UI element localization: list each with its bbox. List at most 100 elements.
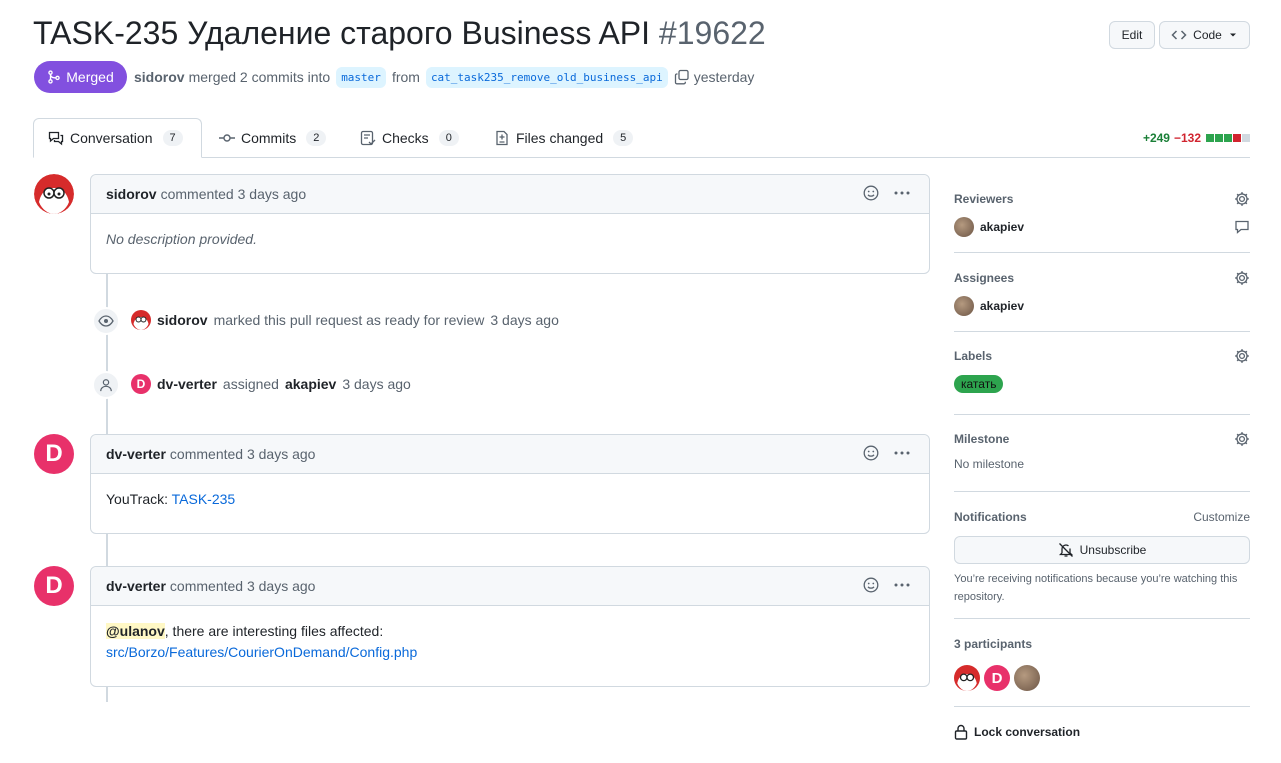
comment-header: dv-verter commented 3 days ago <box>91 435 929 474</box>
diffstat-block <box>1224 134 1232 142</box>
additions: +249 <box>1142 131 1170 145</box>
file-diff-icon <box>496 130 508 146</box>
avatar <box>954 296 974 316</box>
lock-conversation[interactable]: Lock conversation <box>954 724 1080 740</box>
comment-tools <box>863 577 911 593</box>
diffstat-blocks <box>1205 131 1250 145</box>
unsubscribe-label: Unsubscribe <box>1079 543 1147 557</box>
file-link[interactable]: src/Borzo/Features/CourierOnDemand/Confi… <box>106 644 417 660</box>
from-text: from <box>391 69 420 85</box>
comment-author[interactable]: sidorov <box>106 186 157 202</box>
event-text: marked this pull request as ready for re… <box>213 312 485 328</box>
unsubscribe-button[interactable]: Unsubscribe <box>954 536 1250 564</box>
section-header: Notifications Customize <box>954 508 1250 526</box>
event-time[interactable]: 3 days ago <box>490 312 559 328</box>
checklist-icon <box>360 130 376 146</box>
pr-meta: sidorov merged 2 commits into master fro… <box>134 64 754 90</box>
chevron-down-icon <box>1229 33 1236 37</box>
merge-text: merged 2 commits into <box>188 69 331 85</box>
event-time[interactable]: 3 days ago <box>342 376 411 392</box>
section-header: Milestone <box>954 430 1250 448</box>
avatar[interactable] <box>954 665 980 691</box>
event-target[interactable]: akapiev <box>285 376 336 392</box>
reviewers-section: Reviewers akapiev <box>954 190 1250 253</box>
timeline-event: sidorov marked this pull request as read… <box>131 310 559 330</box>
gear-icon[interactable] <box>1234 191 1250 207</box>
base-branch[interactable]: master <box>336 66 386 88</box>
comment-time[interactable]: 3 days ago <box>247 446 316 462</box>
comment-box: dv-verter commented 3 days ago @ulanov, … <box>90 566 930 687</box>
comment-header: sidorov commented 3 days ago <box>91 175 929 214</box>
tab-count: 7 <box>162 130 183 146</box>
tab-commits[interactable]: Commits 2 <box>205 118 340 158</box>
code-button[interactable]: Code <box>1159 21 1250 49</box>
head-branch[interactable]: cat_task235_remove_old_business_api <box>425 66 668 88</box>
tab-count: 2 <box>306 130 327 146</box>
comment-body: No description provided. <box>106 231 257 247</box>
tab-checks[interactable]: Checks 0 <box>346 118 473 158</box>
gear-icon[interactable] <box>1234 431 1250 447</box>
customize-link[interactable]: Customize <box>1193 510 1250 524</box>
assignee[interactable]: akapiev <box>954 296 1250 316</box>
avatar[interactable]: D <box>34 566 74 606</box>
gear-icon[interactable] <box>1234 348 1250 364</box>
avatar[interactable]: D <box>34 434 74 474</box>
lock-icon <box>954 724 968 740</box>
tab-label: Commits <box>241 130 297 146</box>
comment-icon <box>1235 220 1249 234</box>
comment-action: commented <box>169 446 244 462</box>
gear-icon[interactable] <box>1234 270 1250 286</box>
code-icon <box>1171 30 1187 40</box>
section-title: Reviewers <box>954 192 1014 206</box>
youtrack-link[interactable]: TASK-235 <box>172 491 236 507</box>
tab-conversation[interactable]: Conversation 7 <box>33 118 202 158</box>
reviewer[interactable]: akapiev <box>954 217 1250 237</box>
avatar[interactable]: D <box>131 374 151 394</box>
merge-time: yesterday <box>693 69 755 85</box>
comment-author[interactable]: dv-verter <box>106 446 166 462</box>
body-text: , there are interesting files affected: <box>164 623 384 639</box>
kebab-horizontal-icon[interactable] <box>893 185 911 201</box>
kebab-horizontal-icon[interactable] <box>893 445 911 461</box>
smiley-icon[interactable] <box>863 577 879 593</box>
state-label: Merged <box>66 69 114 85</box>
bell-slash-icon <box>1058 543 1073 557</box>
labels-section: Labels катать <box>954 347 1250 415</box>
person-icon-badge <box>92 371 120 399</box>
assignees-section: Assignees akapiev <box>954 269 1250 332</box>
comment-time[interactable]: 3 days ago <box>238 186 307 202</box>
label-badge[interactable]: катать <box>954 375 1004 393</box>
copy-icon[interactable] <box>674 69 690 85</box>
avatar[interactable] <box>1014 665 1040 691</box>
timeline-event: D dv-verter assigned akapiev 3 days ago <box>131 374 411 394</box>
section-header: Reviewers <box>954 190 1250 208</box>
avatar[interactable]: D <box>984 665 1010 691</box>
diffstat-block <box>1233 134 1241 142</box>
author-link[interactable]: sidorov <box>134 69 185 85</box>
comment-action: commented <box>160 186 234 202</box>
body-prefix: YouTrack: <box>106 491 168 507</box>
milestone-section: Milestone No milestone <box>954 430 1250 492</box>
comment-author[interactable]: dv-verter <box>106 578 166 594</box>
smiley-icon[interactable] <box>863 185 879 201</box>
event-actor[interactable]: sidorov <box>157 312 208 328</box>
edit-button[interactable]: Edit <box>1109 21 1155 49</box>
section-header: Labels <box>954 347 1250 365</box>
diffstat-block <box>1215 134 1223 142</box>
section-title: Assignees <box>954 271 1015 285</box>
section-title: Notifications <box>954 510 1027 524</box>
avatar-sidorov <box>34 174 74 214</box>
event-actor[interactable]: dv-verter <box>157 376 217 392</box>
comment-tools <box>863 445 911 461</box>
code-label: Code <box>1193 28 1222 42</box>
tab-count: 0 <box>438 130 459 146</box>
pr-number: #19622 <box>658 15 766 51</box>
avatar[interactable] <box>34 174 74 214</box>
smiley-icon[interactable] <box>863 445 879 461</box>
comment-tools <box>863 185 911 201</box>
kebab-horizontal-icon[interactable] <box>893 577 911 593</box>
tab-files-changed[interactable]: Files changed 5 <box>480 118 647 158</box>
comment-time[interactable]: 3 days ago <box>247 578 316 594</box>
user-mention[interactable]: @ulanov <box>106 623 165 639</box>
avatar[interactable] <box>131 310 151 330</box>
